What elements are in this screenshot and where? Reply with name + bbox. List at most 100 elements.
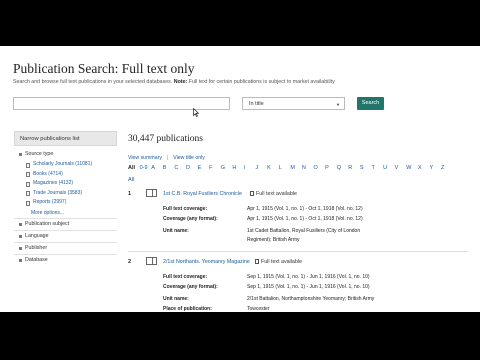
field-value: Apr 1, 1915 (Vol. 1, no. 1) - Oct 1, 191… [247,206,363,212]
journal-icon [26,162,30,168]
source-type-scholarly-journals[interactable]: Scholarly Journals (11081) [26,160,117,170]
narrow-sidebar: Narrow publications list Source type Sch… [14,131,117,312]
source-type-count: (2997) [51,199,67,205]
alpha-letter-x[interactable]: X [418,165,430,171]
alpha-letter-z[interactable]: Z [441,165,453,171]
source-type-count: (4714) [48,170,63,177]
result-title-link[interactable]: 1st C.B. Royal Fusiliers Chronicle [163,191,242,197]
alpha-letter-0-9[interactable]: 0-9 [140,165,152,171]
place-of-publication-row: Place of publication: Towcester [163,306,270,312]
facet-publication-subject[interactable]: Publication subject [14,219,117,230]
subtitle-note-label: Note: [173,79,188,85]
field-label: Coverage (any format): [163,216,218,222]
source-type-label: Books [33,170,47,177]
document-icon [255,259,259,264]
field-label: Unit name: [163,296,189,302]
alpha-letter-a[interactable]: A [151,165,163,171]
alphabet-filter: All 0-9 A B C D E F G H I J K L M N O P … [128,165,453,171]
alpha-letter-j[interactable]: J [256,165,268,171]
publication-search-page: Publication Search: Full text only Searc… [0,46,480,312]
results-panel: 30,447 publications View summary | View ti… [128,134,468,312]
source-type-books[interactable]: Books (4714) [26,170,117,180]
alpha-letter-g[interactable]: G [221,165,233,171]
source-type-label: Reports [33,199,51,205]
alpha-letter-m[interactable]: M [290,165,302,171]
source-type-trade-journals[interactable]: Trade Journals (3583) [26,189,117,199]
expand-square-icon [19,222,22,226]
result-divider [128,251,468,252]
alpha-letter-u[interactable]: U [383,165,395,171]
field-label: Full text coverage: [163,274,208,280]
source-type-label: Magazines [33,180,58,186]
alpha-letter-q[interactable]: Q [337,165,349,171]
search-scope-select[interactable]: In title ▼ [242,97,345,110]
alpha-letter-r[interactable]: R [348,165,360,171]
result-title-link[interactable]: 2/1st Northants. Yeomanry Magazine [163,259,250,265]
coverage-any-format-row: Coverage (any format): Sep 1, 1915 (Vol. … [163,284,370,290]
facet-source-type[interactable]: Source type [14,149,117,160]
facet-label: Language [25,232,49,239]
view-toggle: View summary | View title only [128,155,205,161]
alpha-letter-o[interactable]: O [314,165,326,171]
field-value: Sep 1, 1915 (Vol. 1, no. 1) - Jun 1, 191… [247,274,370,280]
facet-source-type-label: Source type [25,151,54,157]
document-icon [250,191,254,196]
expand-square-icon [19,234,22,238]
alpha-letter-b[interactable]: B [163,165,175,171]
source-type-label: Trade Journals [33,189,67,196]
full-text-available[interactable]: Full text available [255,259,302,265]
alpha-letter-w[interactable]: W [406,165,418,171]
facet-publisher[interactable]: Publisher [14,243,117,254]
alpha-letter-l[interactable]: L [279,165,291,171]
facet-label: Publication subject [25,220,70,227]
full-text-available[interactable]: Full text available [250,191,297,197]
view-summary-link[interactable]: View summary [128,155,162,161]
unit-name-continued: Regiment); British Army [247,237,300,243]
alpha-letter-s[interactable]: S [360,165,372,171]
alpha-letter-t[interactable]: T [371,165,383,171]
subtitle-note: Full text for certain publications is su… [188,79,335,85]
alpha-letter-y[interactable]: Y [429,165,441,171]
expand-square-icon [19,246,22,250]
book-icon [146,189,157,197]
field-value: Apr 1, 1915 (Vol. 1, no. 1) - Oct 1, 191… [247,216,363,222]
more-options-link[interactable]: More options... [26,208,117,218]
search-button[interactable]: Search [357,97,384,110]
alpha-letter-e[interactable]: E [198,165,210,171]
field-value: 1st Cadet Battalion, Royal Fusiliers (Ci… [247,228,361,234]
alpha-letter-i[interactable]: I [244,165,256,171]
source-type-magazines[interactable]: Magazines (4132) [26,179,117,189]
field-label: Place of publication: [163,306,212,312]
source-type-list: Scholarly Journals (11081) Books (4714) … [14,160,117,218]
full-text-label: Full text available [256,191,297,197]
facet-language[interactable]: Language [14,231,117,242]
collapse-square-icon [19,153,22,156]
book-icon [146,257,157,265]
view-title-only-link[interactable]: View title only [173,155,205,161]
field-value: Towcester [247,306,270,312]
field-value: 2/1st Battalion, Northamptonshire Yeoman… [247,296,375,302]
alpha-letter-d[interactable]: D [186,165,198,171]
magazine-icon [26,181,30,187]
source-type-count: (4132) [58,180,74,186]
facet-database[interactable]: Database [14,255,117,266]
alpha-letter-k[interactable]: K [267,165,279,171]
alpha-letter-n[interactable]: N [302,165,314,171]
alpha-letter-h[interactable]: H [232,165,244,171]
expand-square-icon [19,258,22,262]
page-title: Publication Search: Full text only [13,61,195,76]
alpha-letter-all[interactable]: All [128,165,140,171]
alpha-letter-p[interactable]: P [325,165,337,171]
alpha-letter-f[interactable]: F [209,165,221,171]
source-type-reports[interactable]: Reports (2997) [26,198,117,208]
trade-journal-icon [26,191,30,196]
alpha-letter-v[interactable]: V [395,165,407,171]
unit-name-row: Unit name: 2/1st Battalion, Northamptonsh… [163,296,374,302]
results-count: 30,447 publications [128,134,203,144]
coverage-any-format-row: Coverage (any format): Apr 1, 1915 (Vol. … [163,216,363,222]
alpha-letter-c[interactable]: C [174,165,186,171]
source-type-count: (11081) [75,161,93,167]
full-text-coverage-row: Full text coverage: Apr 1, 1915 (Vol. 1, … [163,206,363,212]
field-value: Sep 1, 1915 (Vol. 1, no. 1) - Jun 1, 191… [247,284,370,290]
narrow-header: Narrow publications list [14,131,117,146]
